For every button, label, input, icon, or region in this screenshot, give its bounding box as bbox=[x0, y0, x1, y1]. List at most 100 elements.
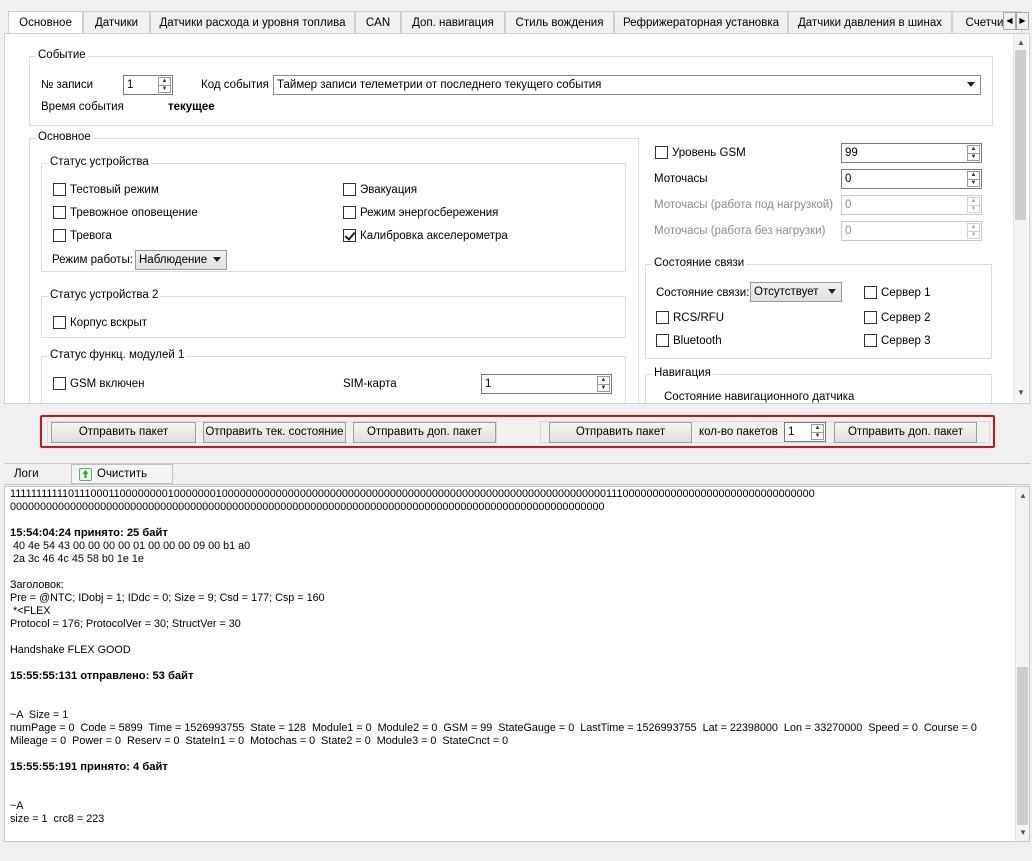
scroll-down-icon[interactable]: ▼ bbox=[1014, 386, 1028, 400]
scroll-thumb[interactable] bbox=[1017, 667, 1028, 825]
tab-scroll-right-icon[interactable]: ▶ bbox=[1016, 12, 1029, 30]
tab-extra-nav[interactable]: Доп. навигация bbox=[401, 11, 505, 33]
server3-label: Сервер 3 bbox=[881, 334, 931, 347]
tab-fuel-sensors[interactable]: Датчики расхода и уровня топлива bbox=[150, 11, 355, 33]
rcs-checkbox[interactable]: RCS/RFU bbox=[656, 311, 724, 324]
event-code-value: Таймер записи телеметрии от последнего т… bbox=[277, 79, 602, 91]
func-modules-title: Статус функц. модулей 1 bbox=[48, 349, 187, 361]
send-packet-button[interactable]: Отправить пакет bbox=[51, 422, 196, 443]
gsm-level-stepper[interactable]: 99 ▲ ▼ bbox=[841, 143, 982, 163]
send-extra-packet-2-button[interactable]: Отправить доп. пакет bbox=[834, 422, 977, 443]
gsm-level-checkbox[interactable]: Уровень GSM bbox=[655, 146, 746, 159]
record-no-stepper[interactable]: 1 ▲ ▼ bbox=[123, 75, 173, 95]
log-line: 1111111111101110001100000000100000001000… bbox=[10, 488, 815, 500]
send-current-state-button[interactable]: Отправить тек. состояние bbox=[203, 422, 346, 443]
log-line: 0000000000000000000000000000000000000000… bbox=[10, 501, 605, 513]
packet-count-stepper[interactable]: 1 ▲ ▼ bbox=[784, 422, 826, 442]
event-code-select[interactable]: Таймер записи телеметрии от последнего т… bbox=[273, 75, 981, 95]
power-save-label: Режим энергосбережения bbox=[360, 206, 499, 219]
tab-tire-pressure[interactable]: Датчики давления в шинах bbox=[788, 11, 952, 33]
mode-select[interactable]: Наблюдение bbox=[135, 250, 227, 270]
packet-count-value: 1 bbox=[788, 426, 795, 438]
accel-calib-label: Калибровка акселерометра bbox=[360, 229, 508, 242]
event-group-title: Событие bbox=[36, 49, 88, 61]
nav-title: Навигация bbox=[652, 367, 713, 379]
log-line: Handshake FLEX GOOD bbox=[10, 644, 131, 656]
log-line: 15:55:55:191 принято: 4 байт bbox=[10, 761, 168, 773]
tab-can[interactable]: CAN bbox=[355, 11, 401, 33]
scroll-up-icon[interactable]: ▲ bbox=[1014, 36, 1028, 50]
scroll-thumb[interactable] bbox=[1015, 50, 1026, 220]
tab-scroll-left-icon[interactable]: ◀ bbox=[1003, 12, 1016, 30]
log-scrollbar[interactable]: ▲ ▼ bbox=[1015, 487, 1029, 841]
pane-scrollbar[interactable]: ▲ ▼ bbox=[1013, 34, 1027, 402]
case-open-checkbox[interactable]: Корпус вскрыт bbox=[53, 316, 147, 329]
test-mode-checkbox[interactable]: Тестовый режим bbox=[53, 183, 159, 196]
event-code-label: Код события bbox=[201, 79, 269, 91]
record-no-value: 1 bbox=[127, 79, 134, 91]
stepper-arrows-icon: ▲ ▼ bbox=[967, 197, 980, 213]
gsm-on-checkbox[interactable]: GSM включен bbox=[53, 377, 144, 390]
alarm-checkbox[interactable]: Тревога bbox=[53, 229, 112, 242]
stepper-arrows-icon[interactable]: ▲ ▼ bbox=[158, 77, 171, 93]
motohours-noload-label: Моточасы (работа без нагрузки) bbox=[654, 225, 826, 237]
case-open-label: Корпус вскрыт bbox=[70, 316, 147, 329]
motohours-stepper[interactable]: 0 ▲ ▼ bbox=[841, 169, 982, 189]
record-no-label: № записи bbox=[41, 79, 94, 91]
sim-stepper[interactable]: 1 ▲ ▼ bbox=[481, 374, 612, 394]
alarm-notify-checkbox[interactable]: Тревожное оповещение bbox=[53, 206, 198, 219]
evacuation-label: Эвакуация bbox=[360, 183, 418, 196]
server2-checkbox[interactable]: Сервер 2 bbox=[864, 311, 930, 324]
motohours-value: 0 bbox=[845, 173, 852, 185]
logs-tab[interactable]: Логи bbox=[14, 468, 39, 480]
event-time-value: текущее bbox=[168, 101, 215, 113]
motohours-load-stepper: 0 ▲ ▼ bbox=[841, 195, 982, 215]
gsm-level-label: Уровень GSM bbox=[672, 146, 746, 159]
device-status2-title: Статус устройства 2 bbox=[48, 289, 161, 301]
log-line: Заголовок: bbox=[10, 579, 64, 591]
log-line: 15:55:55:131 отправлено: 53 байт bbox=[10, 670, 194, 682]
chevron-down-icon bbox=[967, 82, 975, 87]
log-line: size = 1 crc8 = 223 bbox=[10, 813, 105, 825]
log-line: ~A Size = 1 bbox=[10, 709, 69, 721]
tab-main[interactable]: Основное bbox=[8, 11, 83, 33]
conn-title: Состояние связи bbox=[652, 257, 747, 269]
main-pane: Событие № записи 1 ▲ ▼ Код события Таймер… bbox=[4, 34, 1030, 404]
scroll-down-icon[interactable]: ▼ bbox=[1016, 826, 1029, 840]
scroll-up-icon[interactable]: ▲ bbox=[1016, 489, 1029, 503]
alarm-notify-label: Тревожное оповещение bbox=[70, 206, 198, 219]
server1-checkbox[interactable]: Сервер 1 bbox=[864, 286, 930, 299]
main-group-title: Основное bbox=[36, 131, 93, 143]
tab-driving-style[interactable]: Стиль вождения bbox=[505, 11, 614, 33]
log-area[interactable]: 1111111111101110001100000000100000001000… bbox=[4, 486, 1030, 842]
log-line: 2a 3c 46 4c 45 58 b0 1e 1e bbox=[10, 553, 144, 565]
power-save-checkbox[interactable]: Режим энергосбережения bbox=[343, 206, 498, 219]
stepper-arrows-icon[interactable]: ▲ ▼ bbox=[967, 171, 980, 187]
conn-state-select[interactable]: Отсутствует bbox=[750, 282, 842, 302]
server3-checkbox[interactable]: Сервер 3 bbox=[864, 334, 930, 347]
motohours-noload-value: 0 bbox=[845, 225, 852, 237]
send-extra-packet-button[interactable]: Отправить доп. пакет bbox=[353, 422, 496, 443]
clear-button[interactable]: Очистить bbox=[71, 464, 173, 484]
send-packet-2-button[interactable]: Отправить пакет bbox=[549, 422, 692, 443]
tab-bar: Основное Датчики Датчики расхода и уровн… bbox=[4, 11, 1030, 34]
tab-sensors[interactable]: Датчики bbox=[83, 11, 150, 33]
tab-scroll-arrows: ◀ ▶ bbox=[1003, 12, 1029, 30]
chevron-down-icon bbox=[213, 257, 221, 262]
evacuation-checkbox[interactable]: Эвакуация bbox=[343, 183, 417, 196]
conn-state-value: Отсутствует bbox=[754, 286, 819, 298]
log-line: Mileage = 0 Power = 0 Reserv = 0 StateIn… bbox=[10, 735, 509, 747]
log-line: ~A bbox=[10, 800, 24, 812]
mode-value: Наблюдение bbox=[139, 254, 208, 266]
motohours-load-label: Моточасы (работа под нагрузкой) bbox=[654, 199, 834, 211]
accel-calib-checkbox[interactable]: Калибровка акселерометра bbox=[343, 229, 508, 242]
stepper-arrows-icon[interactable]: ▲ ▼ bbox=[967, 145, 980, 161]
bluetooth-checkbox[interactable]: Bluetooth bbox=[656, 334, 722, 347]
tab-refrigerator[interactable]: Рефрижераторная установка bbox=[614, 11, 788, 33]
stepper-arrows-icon[interactable]: ▲ ▼ bbox=[811, 424, 824, 440]
gsm-level-value: 99 bbox=[845, 147, 858, 159]
stepper-arrows-icon[interactable]: ▲ ▼ bbox=[597, 376, 610, 392]
packet-count-label: кол-во пакетов bbox=[699, 426, 778, 438]
sim-value: 1 bbox=[485, 378, 492, 390]
chevron-down-icon bbox=[828, 289, 836, 294]
